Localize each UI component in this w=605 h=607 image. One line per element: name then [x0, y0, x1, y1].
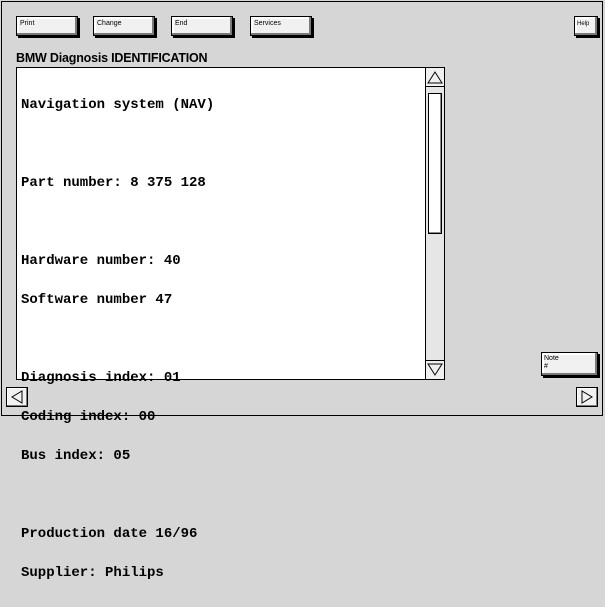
change-button[interactable]: Change	[93, 16, 155, 36]
content-line: Part number: 8 375 128	[21, 175, 206, 191]
scrollbar-thumb[interactable]	[428, 93, 442, 234]
content-line: Hardware number: 40	[21, 253, 181, 269]
page-back-button[interactable]	[6, 387, 28, 407]
identification-content: Navigation system (NAV) Part number: 8 3…	[17, 68, 425, 580]
note-label: Note	[544, 355, 559, 362]
help-button[interactable]: Help	[574, 16, 598, 36]
content-line: Bus index: 05	[21, 448, 131, 464]
triangle-left-icon	[11, 390, 23, 404]
triangle-right-icon	[581, 390, 593, 404]
print-button[interactable]: Print	[16, 16, 78, 36]
content-line: Production date 16/96	[21, 526, 198, 542]
content-line	[21, 489, 425, 502]
triangle-down-icon	[427, 363, 443, 376]
triangle-up-icon	[427, 71, 443, 84]
page-forward-button[interactable]	[576, 387, 598, 407]
content-line: Diagnosis index: 01	[21, 370, 181, 386]
content-line: Supplier: Philips	[21, 565, 164, 581]
vertical-scrollbar[interactable]	[425, 68, 444, 379]
content-line	[21, 138, 425, 151]
scroll-down-button[interactable]	[426, 360, 444, 379]
note-button[interactable]: Note #	[541, 352, 598, 376]
content-line: Navigation system (NAV)	[21, 97, 215, 113]
note-symbol: #	[544, 363, 548, 370]
content-line: Software number 47	[21, 292, 173, 308]
identification-text-panel: Navigation system (NAV) Part number: 8 3…	[16, 67, 445, 580]
end-button[interactable]: End	[171, 16, 233, 36]
page-title: BMW Diagnosis IDENTIFICATION	[16, 51, 208, 65]
scroll-up-button[interactable]	[426, 68, 444, 87]
services-button[interactable]: Services	[250, 16, 312, 36]
content-line	[21, 216, 425, 229]
content-line	[21, 333, 425, 346]
